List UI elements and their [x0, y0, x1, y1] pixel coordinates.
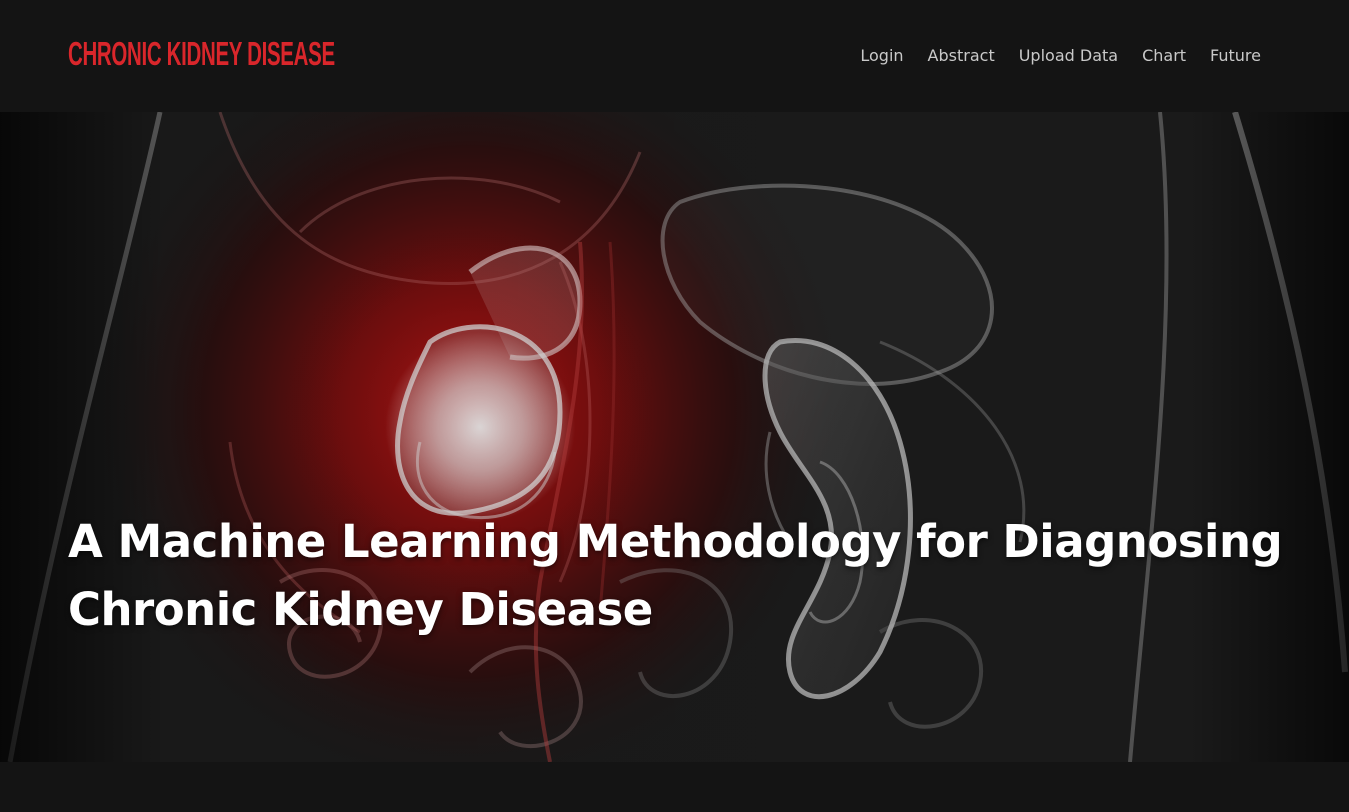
page-bottom-strip: [0, 762, 1349, 812]
hero-title-line-1: A Machine Learning Methodology for Diagn…: [68, 515, 1283, 568]
hero-title-line-2: Chronic Kidney Disease: [68, 583, 653, 636]
site-brand[interactable]: CHRONIC KIDNEY DISEASE: [68, 34, 335, 74]
nav-link-chart[interactable]: Chart: [1142, 44, 1186, 68]
kidney-anatomy-illustration: [0, 112, 1349, 762]
navbar: CHRONIC KIDNEY DISEASE Login Abstract Up…: [0, 0, 1349, 112]
hero-title: A Machine Learning Methodology for Diagn…: [68, 508, 1288, 644]
hero-banner: A Machine Learning Methodology for Diagn…: [0, 112, 1349, 762]
nav-link-upload-data[interactable]: Upload Data: [1019, 44, 1118, 68]
nav-link-login[interactable]: Login: [860, 44, 903, 68]
nav-link-abstract[interactable]: Abstract: [928, 44, 995, 68]
nav-link-future[interactable]: Future: [1210, 44, 1261, 68]
main-nav: Login Abstract Upload Data Chart Future: [860, 44, 1261, 68]
